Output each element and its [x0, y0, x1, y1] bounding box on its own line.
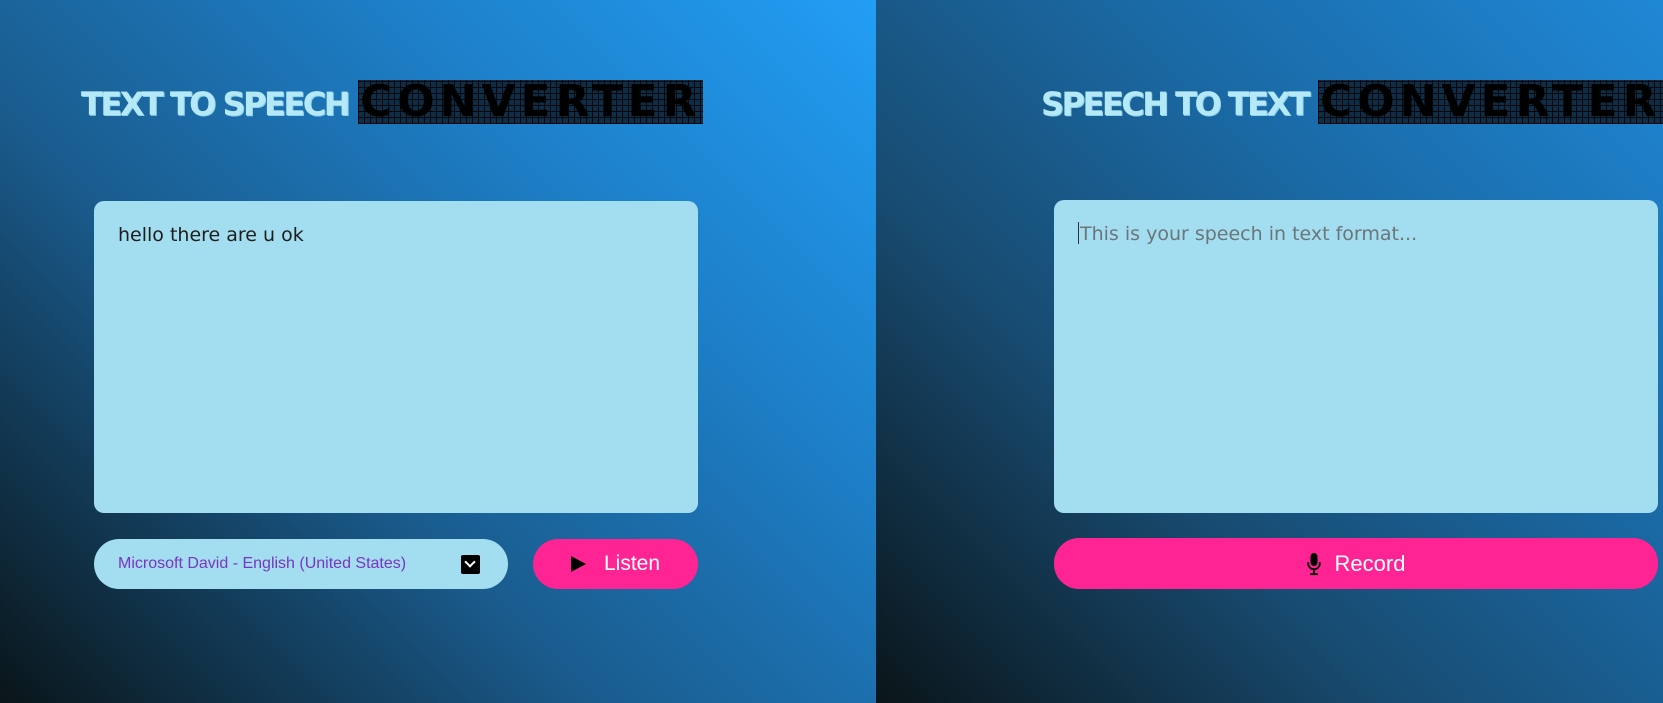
tts-text-input[interactable]: hello there are u ok — [94, 201, 698, 513]
speech-to-text-panel: SPEECH TO TEXT CONVERTER This is your sp… — [876, 0, 1663, 703]
listen-button[interactable]: Listen — [533, 539, 698, 589]
record-button-label: Record — [1334, 550, 1406, 576]
play-icon — [570, 556, 586, 572]
tts-heading-light: TEXT TO SPEECH — [81, 85, 350, 123]
voice-select-value: Microsoft David - English (United States… — [118, 555, 407, 572]
text-to-speech-panel: TEXT TO SPEECH CONVERTER hello there are… — [0, 0, 876, 703]
text-caret — [1078, 222, 1079, 244]
tts-heading: TEXT TO SPEECH CONVERTER — [81, 80, 703, 124]
listen-button-label: Listen — [603, 552, 661, 575]
stt-placeholder: This is your speech in text format... — [1080, 223, 1418, 245]
stt-heading-dark: CONVERTER — [1319, 76, 1662, 127]
tts-heading-dark: CONVERTER — [359, 76, 702, 127]
chevron-down-icon — [461, 555, 480, 574]
microphone-icon — [1306, 552, 1321, 576]
record-button[interactable]: Record — [1054, 538, 1658, 589]
stt-text-output[interactable]: This is your speech in text format... — [1054, 200, 1658, 513]
stt-heading: SPEECH TO TEXT CONVERTER — [1041, 80, 1663, 124]
voice-select[interactable]: Microsoft David - English (United States… — [94, 539, 508, 589]
stt-heading-light: SPEECH TO TEXT — [1041, 85, 1310, 123]
